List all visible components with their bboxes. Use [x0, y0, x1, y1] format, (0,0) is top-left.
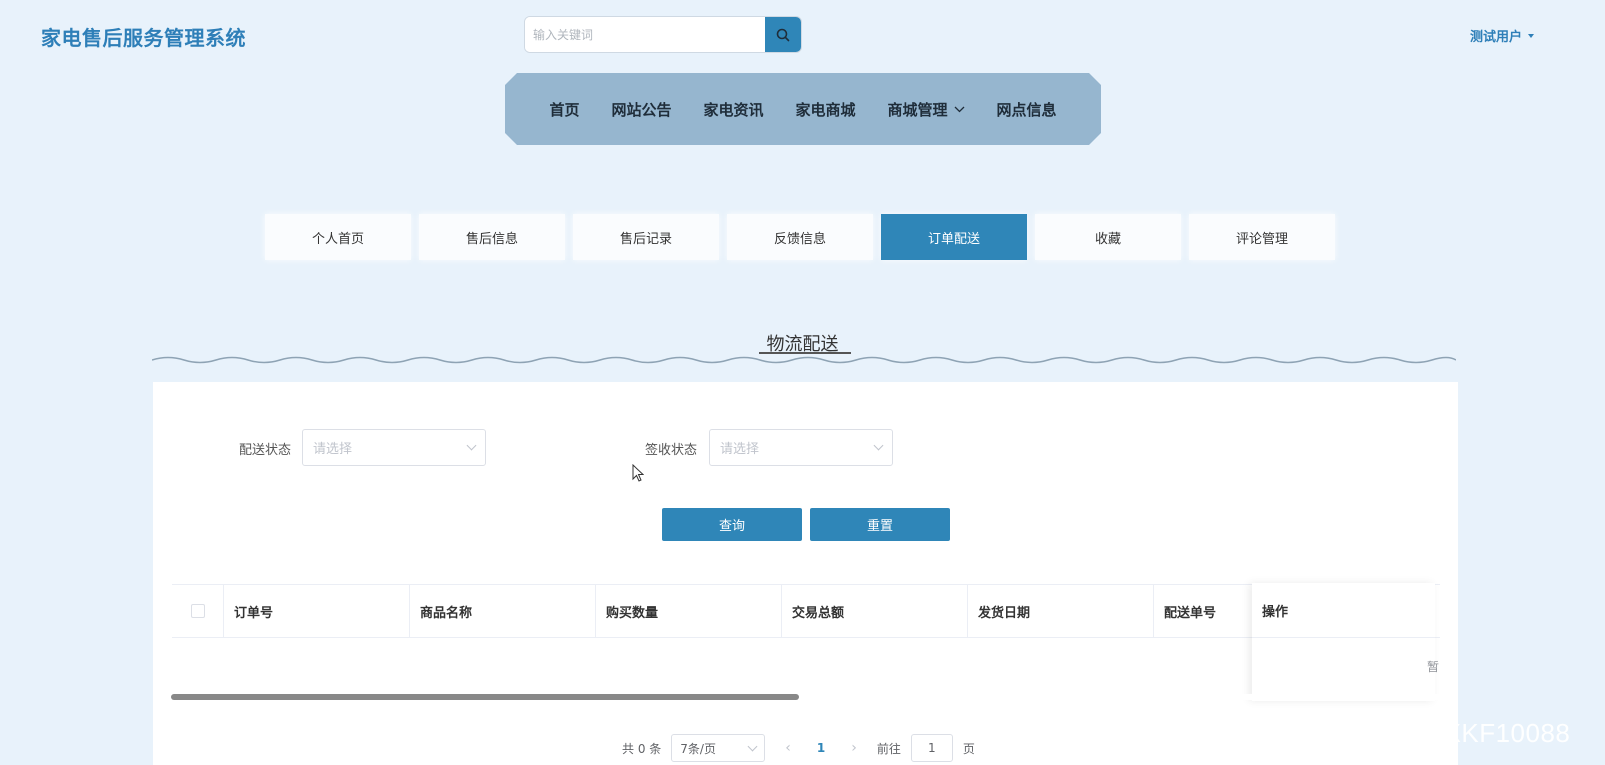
table-empty-text: 暂	[1427, 660, 1440, 674]
column-ship-date[interactable]: 发货日期	[968, 585, 1154, 637]
delivery-status-placeholder: 请选择	[313, 442, 353, 457]
delivery-status-select[interactable]: 请选择	[302, 429, 486, 466]
table-empty-row	[172, 638, 1440, 696]
column-product-name[interactable]: 商品名称	[410, 585, 596, 637]
search-button[interactable]	[765, 17, 801, 52]
page-size-select[interactable]: 7条/页	[671, 734, 766, 762]
nav-item-news[interactable]: 家电资讯	[687, 99, 779, 120]
search-icon	[776, 28, 790, 41]
page-number-current[interactable]: 1	[811, 741, 831, 755]
table-header: 订单号 商品名称 购买数量 交易总额 发货日期 配送单号	[172, 584, 1440, 638]
column-quantity[interactable]: 购买数量	[596, 585, 782, 637]
tab-after-sales-info[interactable]: 售后信息	[419, 214, 565, 260]
page-size-value: 7条/页	[680, 741, 716, 756]
nav-item-home[interactable]: 首页	[533, 99, 595, 120]
chevron-down-icon	[466, 440, 477, 451]
sign-status-select[interactable]: 请选择	[709, 429, 893, 466]
tab-feedback[interactable]: 反馈信息	[727, 214, 873, 260]
delivery-table: 订单号 商品名称 购买数量 交易总额 发货日期 配送单号	[172, 584, 1440, 696]
reset-button[interactable]: 重置	[810, 508, 950, 541]
chevron-down-icon	[954, 106, 965, 113]
select-all-cell	[172, 585, 224, 637]
tab-comment-management[interactable]: 评论管理	[1189, 214, 1335, 260]
tab-after-sales-records[interactable]: 售后记录	[573, 214, 719, 260]
next-page-button[interactable]: ›	[841, 740, 867, 756]
delivery-panel: 配送状态 请选择 签收状态 请选择 查询 重置 订单号 商品名称 购买数量 交易…	[153, 382, 1458, 765]
goto-page-input[interactable]	[910, 734, 953, 762]
delivery-status-label: 配送状态	[239, 443, 292, 458]
main-nav: 首页 网站公告 家电资讯 家电商城 商城管理 网点信息	[505, 73, 1101, 145]
search-input[interactable]	[525, 17, 765, 52]
nav-item-mall[interactable]: 家电商城	[780, 99, 872, 120]
fixed-operation-column: 操作	[1252, 583, 1435, 701]
sign-status-placeholder: 请选择	[720, 442, 760, 457]
column-total-amount[interactable]: 交易总额	[782, 585, 968, 637]
mouse-cursor-icon	[632, 464, 644, 482]
nav-item-mall-management[interactable]: 商城管理	[872, 99, 981, 120]
chevron-down-icon	[747, 741, 758, 751]
goto-label: 前往	[876, 741, 901, 756]
column-order-number[interactable]: 订单号	[224, 585, 410, 637]
chevron-down-icon	[873, 440, 884, 451]
tab-favorites[interactable]: 收藏	[1035, 214, 1181, 260]
prev-page-button[interactable]: ‹	[775, 740, 801, 756]
page-suffix: 页	[962, 741, 975, 756]
nav-item-announcements[interactable]: 网站公告	[595, 99, 687, 120]
section-title-underline	[759, 352, 851, 354]
tab-order-delivery[interactable]: 订单配送	[881, 214, 1027, 260]
caret-down-icon	[1528, 33, 1535, 38]
nav-item-outlets[interactable]: 网点信息	[981, 99, 1073, 120]
user-center-tabs: 个人首页 售后信息 售后记录 反馈信息 订单配送 收藏 评论管理	[265, 214, 1335, 260]
table-scrollbar-thumb[interactable]	[171, 694, 799, 700]
wave-divider	[152, 356, 1456, 364]
column-actions[interactable]: 操作	[1252, 583, 1435, 638]
tab-profile-home[interactable]: 个人首页	[265, 214, 411, 260]
query-button[interactable]: 查询	[662, 508, 802, 541]
pagination: 共 0 条 7条/页 ‹ 1 › 前往 页	[622, 734, 975, 762]
nav-item-mall-management-label: 商城管理	[887, 100, 948, 119]
user-menu[interactable]: 测试用户	[1470, 26, 1535, 45]
sign-status-label: 签收状态	[645, 443, 698, 458]
user-name: 测试用户	[1470, 30, 1523, 45]
select-all-checkbox[interactable]	[190, 604, 205, 618]
watermark: CSDN @vx_CXKF10088	[1272, 718, 1571, 748]
search-box	[524, 16, 802, 53]
site-title[interactable]: 家电售后服务管理系统	[41, 22, 246, 51]
pagination-total: 共 0 条	[622, 741, 662, 756]
